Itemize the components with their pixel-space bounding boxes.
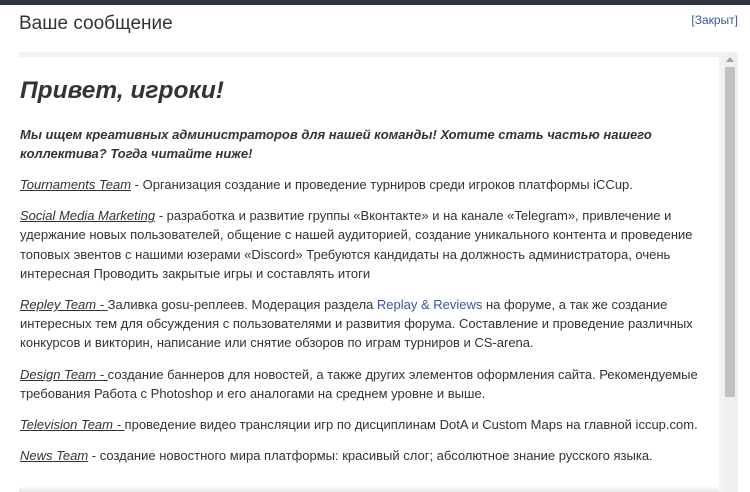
message-heading: Привет, игроки! bbox=[20, 77, 224, 104]
team-link-television[interactable]: Television Team - bbox=[20, 417, 125, 432]
section-television: Television Team - проведение видео транс… bbox=[20, 415, 719, 434]
dialog-title: Ваше сообщение bbox=[19, 13, 173, 34]
scroll-up-arrow-icon[interactable] bbox=[723, 52, 737, 66]
section-replay: Repley Team - Заливка gosu-реплеев. Моде… bbox=[20, 295, 719, 353]
message-lead: Мы ищем креативных администраторов для н… bbox=[20, 127, 652, 161]
top-bar bbox=[0, 0, 750, 5]
section-text: - создание новостного мира платформы: кр… bbox=[88, 448, 653, 464]
section-news: News Team - создание новостного мира пла… bbox=[20, 446, 719, 465]
section-tournaments: Tournaments Team - Организация создание … bbox=[20, 175, 719, 194]
vertical-scrollbar[interactable] bbox=[723, 52, 737, 492]
section-text: - Организация создание и проведение турн… bbox=[131, 177, 633, 192]
section-text: создание баннеров для новостей, а также … bbox=[20, 366, 698, 401]
team-link-smm[interactable]: Social Media Marketing bbox=[20, 208, 155, 223]
section-text: проведение видео трансляции игр по дисци… bbox=[124, 417, 698, 433]
section-design: Design Team - создание баннеров для ново… bbox=[20, 365, 719, 403]
bottom-fade bbox=[19, 486, 719, 492]
replay-reviews-link[interactable]: Replay & Reviews bbox=[377, 297, 483, 312]
message-content: Привет, игроки! Мы ищем креативных админ… bbox=[19, 57, 719, 492]
close-link[interactable]: [Закрыт] bbox=[691, 13, 738, 27]
team-link-news[interactable]: News Team bbox=[20, 448, 88, 463]
scrollbar-thumb[interactable] bbox=[725, 67, 735, 397]
message-container: Привет, игроки! Мы ищем креативных админ… bbox=[19, 52, 738, 492]
team-link-replay[interactable]: Repley Team - bbox=[20, 297, 108, 312]
team-link-design[interactable]: Design Team - bbox=[20, 367, 108, 382]
section-smm: Social Media Marketing - разработка и ра… bbox=[20, 206, 719, 283]
team-link-tournaments[interactable]: Tournaments Team bbox=[20, 177, 131, 192]
section-text: Заливка gosu-реплеев. Модерация раздела bbox=[107, 297, 377, 313]
